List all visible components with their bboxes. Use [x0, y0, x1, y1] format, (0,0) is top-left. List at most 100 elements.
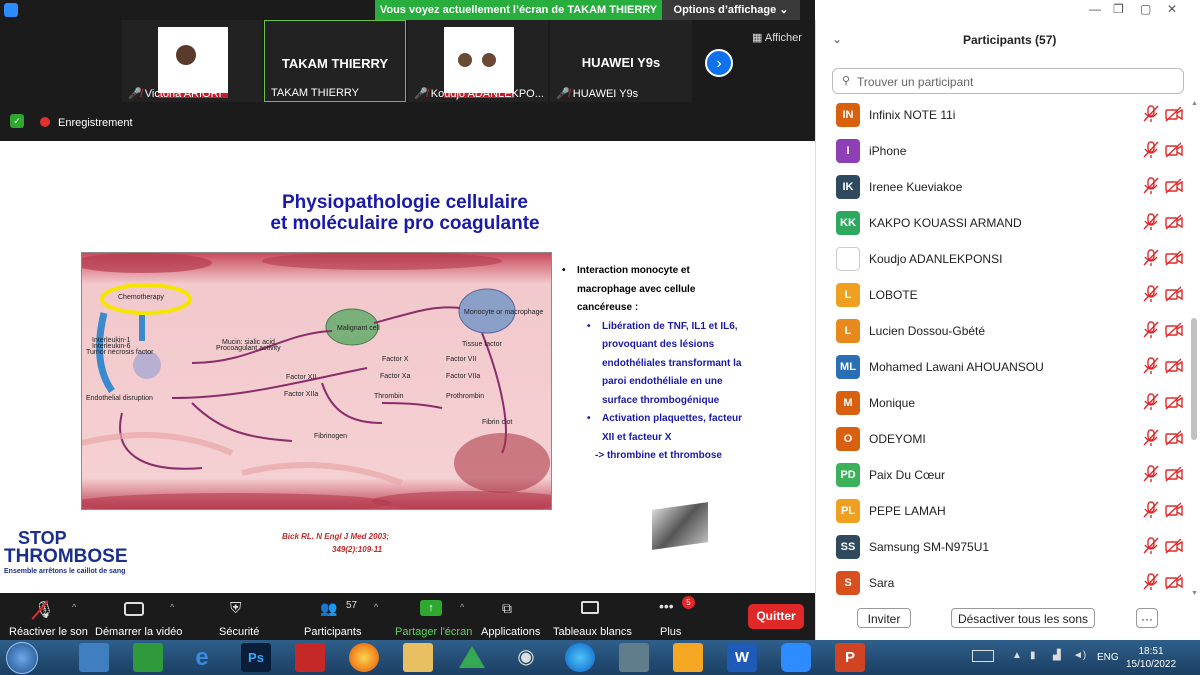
apps-icon[interactable]: ⧉ [502, 600, 512, 617]
video-thumbnail[interactable]: 🎤̸ Koudjo ADANLEKPO... [408, 20, 548, 102]
stop-thrombose-logo: STOP THROMBOSE Ensemble arrêtons le cail… [4, 529, 134, 575]
show-thumbnails-button[interactable]: ▦ Afficher [752, 31, 802, 44]
recording-label: Enregistrement [58, 117, 133, 129]
zoom-app-icon[interactable] [781, 643, 811, 672]
taskbar-app-icon[interactable] [79, 643, 109, 672]
photoshop-icon[interactable]: Ps [241, 643, 271, 672]
participant-name: Monique [869, 396, 916, 410]
participants-button[interactable]: Participants [304, 626, 361, 638]
sub-bullet-item: • Libération de TNF, IL1 et IL6, provoqu… [562, 318, 752, 411]
participant-row[interactable]: IK Irenee Kueviakoe [816, 169, 1186, 205]
participant-search-input[interactable]: ⚲ Trouver un participant [832, 68, 1184, 94]
leave-meeting-button[interactable]: Quitter [748, 604, 804, 629]
panel-more-button[interactable]: ··· [1136, 608, 1158, 628]
whiteboard-icon[interactable] [581, 601, 599, 614]
thumbnail-name-text: HUAWEI Y9s [572, 88, 639, 100]
participant-row[interactable]: IN Infinix NOTE 11i [816, 97, 1186, 133]
bullet-text: Interaction monocyte et macrophage avec … [577, 265, 696, 313]
apps-button[interactable]: Applications [481, 626, 540, 638]
participant-row[interactable]: L LOBOTE [816, 277, 1186, 313]
tray-up-arrow-icon[interactable]: ▲ [1012, 650, 1022, 661]
video-off-icon[interactable] [124, 602, 144, 616]
language-indicator[interactable]: ENG [1097, 652, 1119, 663]
mic-off-icon: 🎤̸ [128, 88, 142, 100]
participant-row[interactable]: ML Mohamed Lawani AHOUANSOU [816, 349, 1186, 385]
participant-row[interactable]: SS Samsung SM-N975U1 [816, 529, 1186, 565]
signal-icon[interactable]: ▮ [1030, 650, 1036, 661]
video-thumbnail[interactable]: 🎤̸ Victoria ARIORI [122, 20, 262, 102]
chevron-up-icon[interactable]: ^ [170, 602, 174, 612]
store-icon[interactable] [133, 643, 163, 672]
firefox-icon[interactable] [349, 643, 379, 672]
taskbar-app-icon[interactable] [295, 643, 325, 672]
endothelial-disruption-label: Endothelial disruption [86, 395, 153, 402]
avatar: IN [836, 103, 860, 127]
chevron-up-icon[interactable]: ^ [72, 602, 76, 612]
avatar: S [836, 571, 860, 595]
participant-row[interactable]: O ODEYOMI [816, 421, 1186, 457]
thumbnail-portrait [458, 53, 472, 67]
scroll-up-arrow-icon[interactable]: ▲ [1191, 100, 1198, 107]
citation: Bick RL. N Engl J Med 2003; 349(2):109-1… [282, 530, 389, 556]
camera-app-icon[interactable]: ◉ [511, 643, 541, 672]
whiteboards-button[interactable]: Tableaux blancs [553, 626, 632, 638]
mic-off-icon [1143, 537, 1159, 555]
participant-row[interactable]: PL PEPE LAMAH [816, 493, 1186, 529]
share-screen-button[interactable]: Partager l'écran [395, 626, 472, 638]
mic-off-icon [1143, 141, 1159, 159]
diagram-illustration [82, 253, 551, 509]
unmute-button[interactable]: Réactiver le son [9, 626, 88, 638]
participant-row[interactable]: L Lucien Dossou-Gbété [816, 313, 1186, 349]
internet-explorer-icon[interactable]: e [187, 643, 217, 672]
participant-row[interactable]: S Sara [816, 565, 1186, 601]
clock[interactable]: 18:51 15/10/2022 [1126, 645, 1176, 671]
logo-line2: THROMBOSE [4, 546, 128, 567]
security-button[interactable]: Sécurité [219, 626, 259, 638]
chevron-up-icon[interactable]: ^ [460, 602, 464, 612]
close-icon[interactable]: ✕ [1167, 2, 1177, 16]
video-thumbnail[interactable]: HUAWEI Y9s 🎤̸ HUAWEI Y9s [550, 20, 692, 102]
scrollbar-thumb[interactable] [1191, 318, 1197, 440]
taskbar-app-icon[interactable] [619, 643, 649, 672]
participant-row[interactable]: IiPhone [816, 133, 1186, 169]
record-icon[interactable] [40, 117, 50, 127]
network-icon[interactable]: ▟ [1053, 650, 1061, 661]
participant-row[interactable]: PD Paix Du Cœur [816, 457, 1186, 493]
word-icon[interactable]: W [727, 643, 757, 672]
view-options-button[interactable]: Options d’affichage ⌄ [662, 0, 800, 20]
chevron-up-icon[interactable]: ^ [374, 602, 378, 612]
mic-off-icon [1143, 357, 1159, 375]
restore-icon[interactable]: ❐ [1113, 2, 1124, 16]
participant-row[interactable]: M Monique [816, 385, 1186, 421]
citation-line1: Bick RL. N Engl J Med 2003; [282, 532, 390, 541]
volume-icon[interactable]: ◄) [1073, 650, 1086, 661]
minimize-icon[interactable]: — [1089, 2, 1101, 16]
start-button-icon[interactable] [6, 642, 38, 674]
thumbnail-name: 🎤̸ HUAWEI Y9s [556, 87, 638, 100]
keyboard-icon[interactable] [972, 650, 994, 662]
participant-row[interactable]: Koudjo ADANLEKPONSI [816, 241, 1186, 277]
edge-icon[interactable] [565, 643, 595, 672]
participant-row[interactable]: KK KAKPO KOUASSI ARMAND [816, 205, 1186, 241]
collapse-chevron-icon[interactable]: ⌄ [832, 32, 842, 46]
grid-icon: ▦ [752, 32, 763, 44]
shield-icon[interactable]: ⛨ [230, 600, 241, 617]
next-page-arrow-icon[interactable]: › [705, 49, 733, 77]
google-drive-icon[interactable] [457, 643, 487, 672]
start-video-button[interactable]: Démarrer la vidéo [95, 626, 182, 638]
mute-all-button[interactable]: Désactiver tous les sons [951, 608, 1095, 628]
shield-check-icon[interactable]: ✓ [10, 114, 24, 128]
share-screen-icon[interactable]: ↑ [420, 600, 442, 616]
participants-icon[interactable]: 👥 [320, 600, 337, 617]
maximize-icon[interactable]: ▢ [1140, 2, 1151, 16]
powerpoint-icon[interactable]: P [835, 643, 865, 672]
media-player-icon[interactable] [673, 643, 703, 672]
file-explorer-icon[interactable] [403, 643, 433, 672]
scroll-down-arrow-icon[interactable]: ▼ [1191, 590, 1198, 597]
more-dots-icon[interactable]: ••• [659, 598, 674, 614]
avatar: L [836, 319, 860, 343]
video-thumbnail-active[interactable]: TAKAM THIERRY TAKAM THIERRY [264, 20, 406, 102]
mic-off-icon [1143, 393, 1159, 411]
invite-button[interactable]: Inviter [857, 608, 911, 628]
more-button[interactable]: Plus [660, 626, 681, 638]
